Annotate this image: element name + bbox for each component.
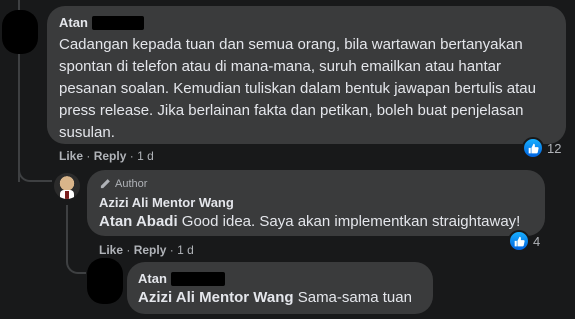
thread-line [66, 205, 68, 255]
comment-time[interactable]: 1 d [177, 243, 194, 257]
comment-text: Good idea. Saya akan implementkan straig… [181, 213, 521, 230]
pencil-icon [100, 179, 110, 189]
avatar-redacted[interactable] [2, 10, 38, 54]
comment-author[interactable]: Atan [59, 15, 88, 30]
name-redaction [91, 15, 144, 30]
comment-actions: Like · Reply · 1 d [99, 243, 194, 257]
like-icon [508, 230, 530, 252]
reply-bubble: Author Azizi Ali Mentor Wang Atan Abadi … [87, 170, 545, 236]
mention-link[interactable]: Atan Abadi [99, 213, 178, 230]
mention-link[interactable]: Azizi Ali Mentor Wang [138, 289, 294, 306]
reply-button[interactable]: Reply [94, 149, 127, 163]
like-icon [522, 137, 544, 159]
author-badge: Author [115, 178, 148, 190]
thread-curve [66, 252, 86, 274]
reaction-count[interactable]: 12 [522, 137, 561, 159]
comment-author[interactable]: Atan [138, 271, 167, 286]
comment-time[interactable]: 1 d [137, 149, 154, 163]
avatar-redacted[interactable] [87, 258, 123, 304]
comment-text: Sama-sama tuan [297, 289, 412, 306]
thread-curve [18, 160, 52, 182]
like-button[interactable]: Like [59, 149, 83, 163]
reaction-count[interactable]: 4 [508, 230, 540, 252]
avatar[interactable] [54, 173, 80, 199]
comment-author[interactable]: Azizi Ali Mentor Wang [99, 195, 234, 210]
reply-button[interactable]: Reply [134, 243, 167, 257]
comment-text: Cadangan kepada tuan dan semua orang, bi… [59, 36, 536, 141]
reply-bubble: Atan Azizi Ali Mentor Wang Sama-sama tua… [127, 262, 433, 314]
comment-bubble: Atan Cadangan kepada tuan dan semua oran… [47, 6, 566, 144]
name-redaction [170, 271, 225, 286]
comment-actions: Like · Reply · 1 d [59, 149, 154, 163]
like-button[interactable]: Like [99, 243, 123, 257]
thread-line [18, 0, 20, 10]
